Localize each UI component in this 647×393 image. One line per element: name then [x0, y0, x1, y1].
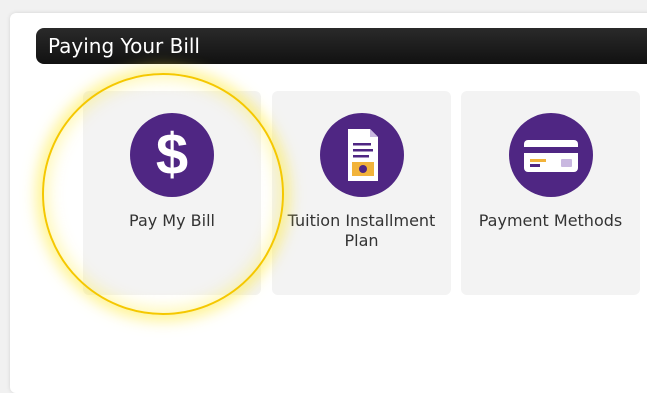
tile-tuition-installment-plan[interactable]: Tuition Installment Plan: [272, 91, 451, 295]
tile-payment-methods[interactable]: Payment Methods: [461, 91, 640, 295]
notice-text-cutoff: [50, 354, 647, 384]
tile-label: Pay My Bill: [129, 211, 215, 230]
svg-text:$: $: [156, 122, 188, 187]
tile-label: Payment Methods: [478, 211, 623, 230]
section-title: Paying Your Bill: [48, 34, 200, 58]
document-invoice-icon: [319, 113, 404, 197]
section-header: Paying Your Bill: [36, 28, 647, 64]
credit-card-icon: [508, 113, 593, 197]
tile-label: Tuition Installment Plan: [287, 211, 436, 250]
tile-pay-my-bill[interactable]: $ Pay My Bill: [83, 91, 261, 295]
dollar-icon: $: [130, 113, 214, 197]
